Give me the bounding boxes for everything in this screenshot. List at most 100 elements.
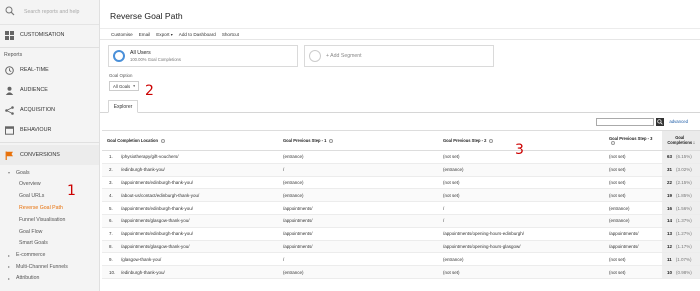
- cell-location[interactable]: /appointments/edinburgh-thank-you/: [116, 227, 278, 241]
- cell-location[interactable]: /edinburgh-thank-you/: [116, 265, 278, 279]
- sidebar-item-audience[interactable]: AUDIENCE: [0, 80, 99, 100]
- sidebar-item-label: REAL-TIME: [20, 67, 49, 73]
- cell-step3: (not set): [604, 252, 662, 267]
- cell-step1: (entrance): [278, 265, 438, 279]
- cell-location[interactable]: /appointments/edinburgh-thank-you/: [116, 201, 278, 215]
- completions-percent: (1.27%): [676, 231, 692, 237]
- sidebar-group-label: E-commerce: [16, 252, 46, 259]
- cell-location[interactable]: /appointments/edinburgh-thank-you/: [116, 176, 278, 190]
- goal-option-value: All Goals: [113, 83, 131, 89]
- completions-percent: (1.07%): [675, 256, 692, 262]
- table-row: 4./about-us/contact/edinburgh-thank-you/…: [102, 188, 700, 203]
- behaviour-icon: [4, 125, 14, 135]
- completions-percent: (1.56%): [676, 205, 692, 211]
- advanced-link[interactable]: advanced: [669, 119, 688, 124]
- cell-step2: (not set): [438, 265, 604, 279]
- help-icon[interactable]: [489, 138, 494, 143]
- column-header-step3[interactable]: Goal Previous Step - 3: [604, 130, 662, 151]
- cell-step1: (entrance): [278, 176, 438, 190]
- column-header-label: Goal Previous Step - 1: [283, 138, 327, 143]
- row-number: 8.: [102, 240, 116, 254]
- cell-step3: /appointments/: [604, 240, 662, 254]
- cell-step3: (not set): [604, 163, 662, 177]
- completions-percent: (1.37%): [676, 218, 692, 224]
- add-segment-button[interactable]: + Add Segment: [304, 45, 494, 67]
- reports-heading: Reports: [4, 52, 23, 58]
- table-search-input[interactable]: [596, 117, 655, 126]
- add-to-dashboard-button[interactable]: Add to Dashboard: [179, 32, 216, 37]
- column-header-location[interactable]: Goal Completion Location: [102, 130, 278, 151]
- column-header-step1[interactable]: Goal Previous Step - 1: [278, 130, 438, 151]
- export-button[interactable]: Export ▾: [156, 32, 173, 37]
- cell-step2: /: [438, 201, 604, 215]
- cell-step3: (not set): [604, 188, 662, 203]
- segment-all-users[interactable]: All Users 100.00% Goal Completions: [108, 45, 298, 67]
- column-header-completions[interactable]: Goal Completions↓: [662, 130, 700, 151]
- table-row: 9./glasgow-thank-you// (entrance) (not set…: [102, 252, 700, 267]
- cell-location[interactable]: /appointments/glasgow-thank-you/: [116, 214, 278, 228]
- cell-completions: 22 (2.15%): [662, 176, 700, 190]
- segment-bar: All Users 100.00% Goal Completions + Add…: [100, 40, 700, 70]
- sidebar-item-overview[interactable]: Overview: [0, 179, 99, 191]
- cell-location[interactable]: /physiotherapy/gift-vouchers/: [116, 150, 278, 164]
- sidebar-item-reverse-goal-path[interactable]: Reverse Goal Path: [0, 202, 99, 214]
- cell-location[interactable]: /appointments/glasgow-thank-you/: [116, 240, 278, 254]
- sidebar-item-conversions[interactable]: CONVERSIONS: [0, 145, 99, 165]
- cell-step1: /appointments/: [278, 227, 438, 241]
- completions-percent: (1.85%): [676, 192, 692, 198]
- table-header-row: Goal Completion Location Goal Previous S…: [102, 130, 700, 151]
- table-search-button[interactable]: [656, 117, 665, 126]
- sidebar-item-goal-flow[interactable]: Goal Flow: [0, 226, 99, 238]
- sidebar-item-goal-urls[interactable]: Goal URLs: [0, 190, 99, 202]
- completions-value: 63: [667, 154, 673, 160]
- cell-step1: /appointments/: [278, 214, 438, 228]
- completions-value: 10: [667, 269, 673, 275]
- completions-value: 16: [667, 205, 673, 211]
- goal-option-select[interactable]: All Goals ▾: [109, 81, 139, 91]
- cell-location[interactable]: /edinburgh-thank-you/: [116, 163, 278, 177]
- completions-percent: (2.15%): [676, 179, 692, 185]
- sidebar-group-attribution[interactable]: ▸ Attribution: [0, 273, 99, 285]
- cell-step3: (entrance): [604, 201, 662, 215]
- cell-step1: /: [278, 163, 438, 177]
- sidebar-item-label: CUSTOMISATION: [20, 32, 65, 38]
- completions-percent: (3.02%): [676, 167, 692, 173]
- sidebar: Search reports and help CUSTOMISATION Re…: [0, 0, 100, 291]
- clock-icon: [4, 65, 14, 75]
- sidebar-item-realtime[interactable]: REAL-TIME: [0, 60, 99, 80]
- help-icon[interactable]: [329, 138, 334, 143]
- sidebar-group-multi-channel-funnels[interactable]: ▸ Multi-Channel Funnels: [0, 261, 99, 273]
- sidebar-group-goals[interactable]: ▾ Goals: [0, 167, 99, 179]
- email-button[interactable]: Email: [139, 32, 151, 37]
- flag-icon: [4, 150, 14, 160]
- customise-button[interactable]: Customise: [111, 32, 133, 37]
- grid-icon: [4, 30, 14, 40]
- row-number: 10.: [102, 265, 116, 279]
- completions-percent: (1.17%): [676, 243, 692, 249]
- cell-step2: /appointments/opening-hours-edinburgh/: [438, 227, 604, 241]
- cell-step2: (entrance): [438, 252, 604, 267]
- acquisition-icon: [4, 105, 14, 115]
- table-tools: advanced: [100, 113, 700, 130]
- cell-step3: (not set): [604, 176, 662, 190]
- completions-percent: (0.98%): [676, 269, 692, 275]
- table-body: 1./physiotherapy/gift-vouchers/(entrance…: [102, 150, 700, 279]
- sidebar-item-acquisition[interactable]: ACQUISITION: [0, 100, 99, 120]
- sidebar-item-funnel-visualisation[interactable]: Funnel Visualisation: [0, 214, 99, 226]
- shortcut-button[interactable]: Shortcut: [222, 32, 239, 37]
- sidebar-item-customisation[interactable]: CUSTOMISATION: [0, 25, 99, 45]
- cell-location[interactable]: /glasgow-thank-you/: [116, 252, 278, 267]
- tab-explorer[interactable]: Explorer: [108, 100, 138, 113]
- row-number: 7.: [102, 227, 116, 241]
- table-row: 7./appointments/edinburgh-thank-you//app…: [102, 227, 700, 241]
- table-row: 6./appointments/glasgow-thank-you//appoi…: [102, 214, 700, 228]
- sidebar-item-behaviour[interactable]: BEHAVIOUR: [0, 120, 99, 140]
- completions-value: 22: [667, 179, 673, 185]
- search-bar[interactable]: Search reports and help: [0, 0, 99, 25]
- help-icon[interactable]: [160, 138, 165, 143]
- add-segment-label: + Add Segment: [326, 53, 362, 59]
- cell-location[interactable]: /about-us/contact/edinburgh-thank-you/: [116, 188, 278, 203]
- sidebar-group-ecommerce[interactable]: ▸ E-commerce: [0, 249, 99, 261]
- help-icon[interactable]: [611, 141, 615, 146]
- sidebar-item-smart-goals[interactable]: Smart Goals: [0, 238, 99, 250]
